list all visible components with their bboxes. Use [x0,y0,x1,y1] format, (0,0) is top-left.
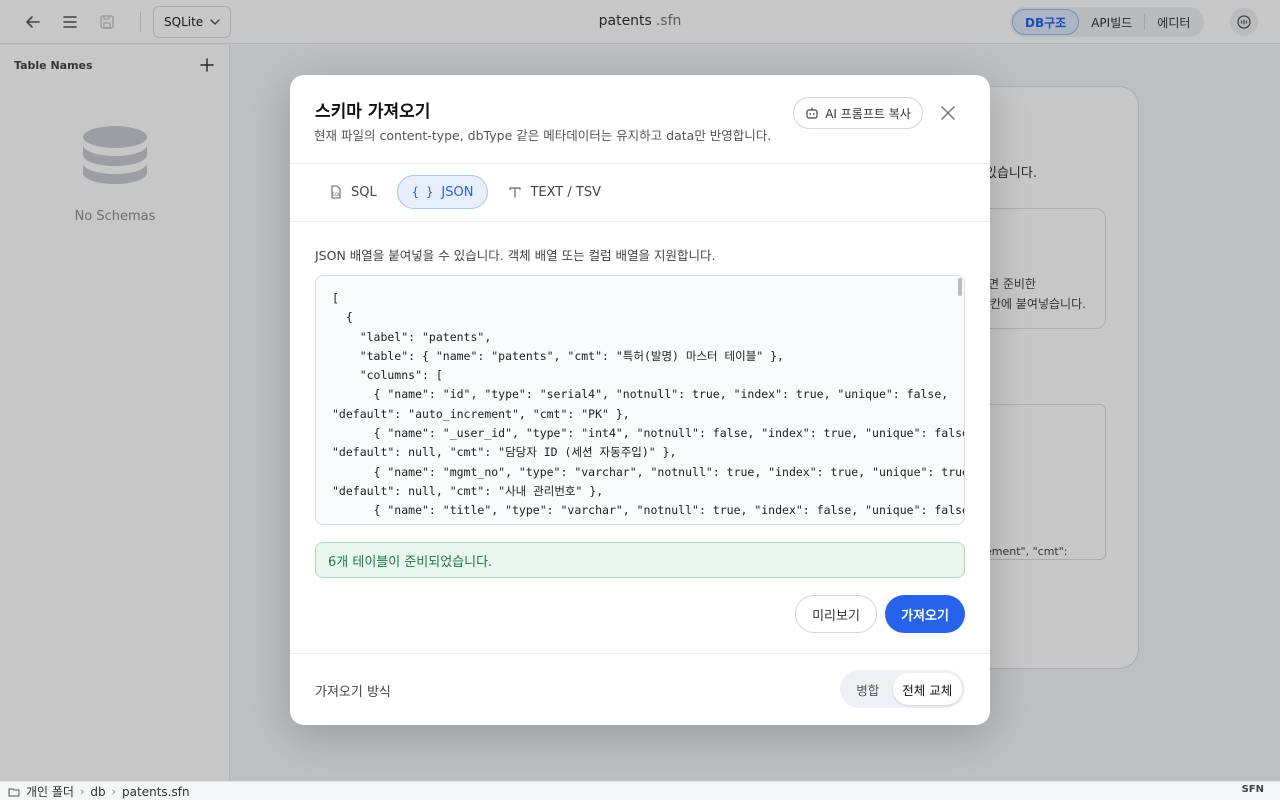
import-mode-toggle: 병합 전체 교체 [840,670,965,708]
sql-file-icon: SQL [331,185,341,199]
json-input[interactable]: [ { "label": "patents", "table": { "name… [315,275,965,525]
json-hint: JSON 배열을 붙여넣을 수 있습니다. 객체 배열 또는 컬럼 배열을 지원… [315,248,716,263]
divider [290,221,990,222]
text-icon [509,187,522,198]
breadcrumb-item[interactable]: 개인 폴더 [26,783,74,800]
copy-ai-prompt-button[interactable]: AI 프롬프트 복사 [793,97,923,129]
divider [290,653,990,654]
mode-replace-all[interactable]: 전체 교체 [892,673,962,705]
import-schema-modal: 스키마 가져오기 현재 파일의 content-type, dbType 같은 … [290,75,990,725]
status-message: 6개 테이블이 준비되었습니다. [315,542,965,578]
chevron-right-icon: › [111,785,117,798]
folder-icon [8,788,20,796]
import-button[interactable]: 가져오기 [885,595,965,633]
breadcrumb: 개인 폴더 › db › patents.sfn [8,783,190,800]
breadcrumb-item[interactable]: db [90,785,105,799]
breadcrumb-item[interactable]: patents.sfn [122,785,190,799]
tab-sql-label: SQL [351,184,377,200]
import-format-tabs: SQL SQL { } JSON TEXT / TSV [315,175,615,211]
tab-text-tsv-label: TEXT / TSV [530,184,601,200]
close-icon[interactable] [938,103,958,123]
modal-title: 스키마 가져오기 [315,102,431,122]
svg-text:SQL: SQL [332,192,341,197]
scrollbar[interactable] [958,278,962,296]
json-input-content: [ { "label": "patents", "table": { "name… [332,291,964,518]
chevron-right-icon: › [79,785,85,798]
tab-sql[interactable]: SQL SQL [315,175,391,209]
format-badge: SFN [1241,784,1264,795]
modal-subtitle: 현재 파일의 content-type, dbType 같은 메타데이터는 유지… [314,128,772,143]
preview-button[interactable]: 미리보기 [795,595,877,633]
import-mode-label: 가져오기 방식 [315,685,391,700]
tab-json-label: JSON [441,184,474,200]
copy-ai-prompt-label: AI 프롬프트 복사 [825,106,911,121]
mode-merge[interactable]: 병합 [843,673,893,705]
status-bar: 개인 폴더 › db › patents.sfn SFN [0,781,1280,800]
tab-text-tsv[interactable]: TEXT / TSV [494,175,615,209]
tab-json[interactable]: { } JSON [396,175,489,209]
divider [290,163,990,164]
robot-icon [806,107,818,119]
braces-icon: { } [411,185,434,199]
